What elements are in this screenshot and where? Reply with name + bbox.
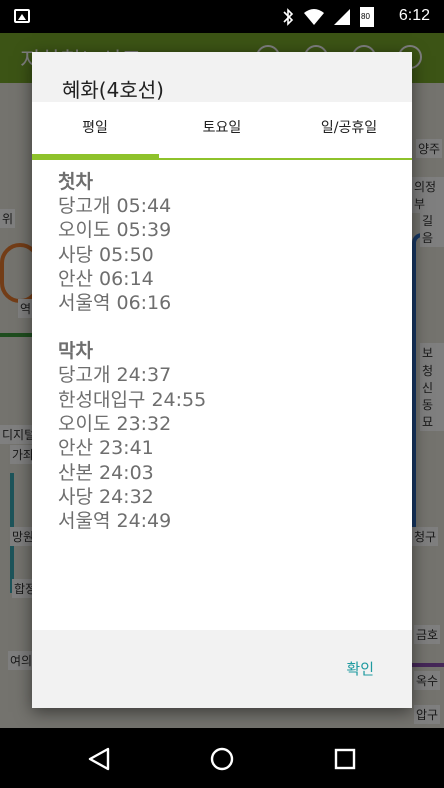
list-item: 당고개 24:37 bbox=[58, 364, 172, 387]
list-item: 사당 24:32 bbox=[58, 485, 154, 508]
tab-saturday[interactable]: 토요일 bbox=[159, 102, 285, 158]
recents-icon[interactable] bbox=[332, 746, 358, 772]
battery-icon: 80 bbox=[360, 7, 374, 27]
last-train-title: 막차 bbox=[58, 340, 93, 363]
dialog-title: 혜화(4호선) bbox=[62, 78, 164, 102]
wifi-icon bbox=[304, 9, 324, 25]
list-item: 사당 05:50 bbox=[58, 243, 154, 266]
ok-button[interactable]: 확인 bbox=[346, 658, 374, 679]
list-item: 안산 06:14 bbox=[58, 267, 154, 290]
timetable-content: 첫차 당고개 05:44 오이도 05:39 사당 05:50 안산 06:14… bbox=[32, 160, 412, 630]
list-item: 한성대입구 24:55 bbox=[58, 388, 207, 411]
image-notification-icon bbox=[14, 9, 30, 23]
list-item: 오이도 23:32 bbox=[58, 413, 172, 436]
list-item: 서울역 06:16 bbox=[58, 292, 172, 315]
list-item: 산본 24:03 bbox=[58, 461, 154, 484]
navigation-bar bbox=[0, 728, 444, 788]
signal-icon bbox=[334, 9, 350, 25]
dialog-footer: 확인 bbox=[32, 630, 412, 708]
list-item: 안산 23:41 bbox=[58, 437, 154, 460]
system-icons: 80 bbox=[282, 7, 374, 27]
list-item: 서울역 24:49 bbox=[58, 510, 172, 533]
clock: 6:12 bbox=[398, 7, 430, 24]
tab-sunday-holiday[interactable]: 일/공휴일 bbox=[286, 102, 412, 158]
bluetooth-icon bbox=[283, 8, 294, 26]
back-icon[interactable] bbox=[86, 746, 112, 772]
list-item: 오이도 05:39 bbox=[58, 219, 172, 242]
tab-weekday[interactable]: 평일 bbox=[32, 102, 158, 158]
list-item: 당고개 05:44 bbox=[58, 195, 172, 217]
home-icon[interactable] bbox=[209, 746, 235, 772]
status-bar: 80 6:12 bbox=[0, 0, 444, 33]
day-tabs: 평일 토요일 일/공휴일 bbox=[32, 102, 412, 160]
timetable-dialog: 혜화(4호선) 평일 토요일 일/공휴일 첫차 당고개 05:44 오이도 05… bbox=[32, 52, 412, 708]
battery-level: 80 bbox=[361, 12, 370, 21]
first-train-title: 첫차 bbox=[58, 171, 93, 193]
